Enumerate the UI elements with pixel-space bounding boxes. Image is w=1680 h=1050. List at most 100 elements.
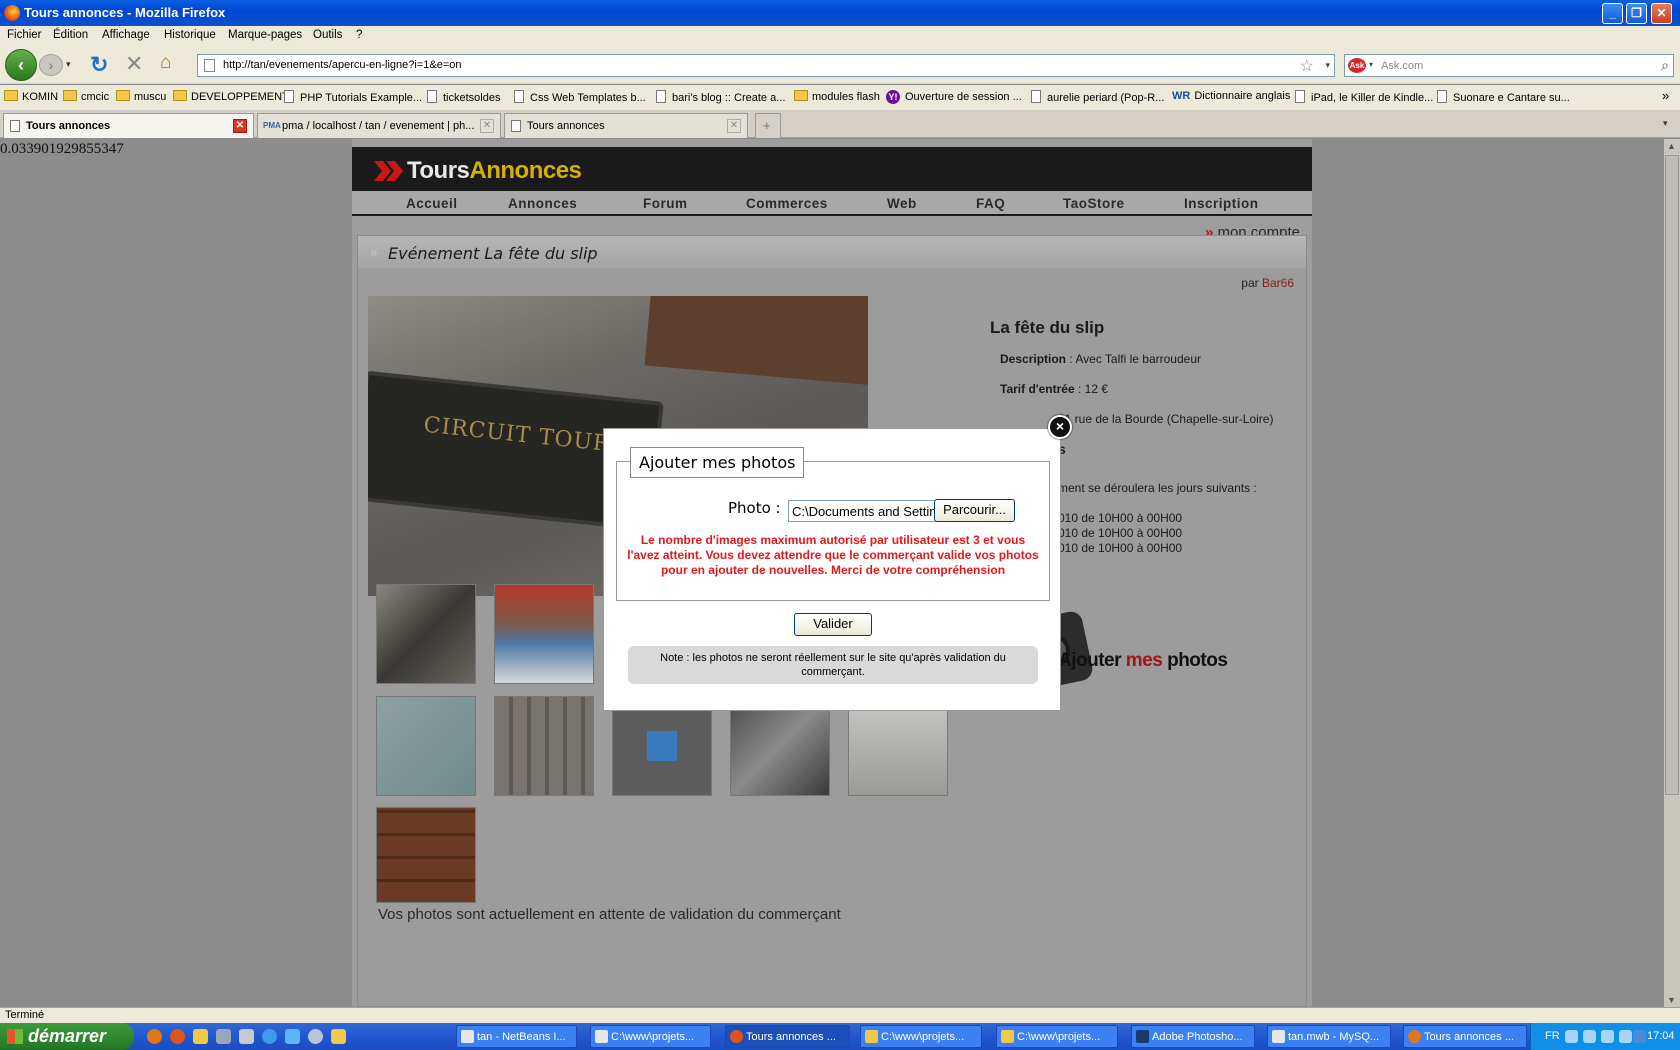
bookmark-star-icon[interactable]: ☆ bbox=[1300, 56, 1314, 76]
task-explorer-2[interactable]: C:\www\projets... bbox=[860, 1025, 982, 1048]
bookmark-css-web-templates[interactable]: Css Web Templates b... bbox=[514, 90, 646, 104]
new-tab-button[interactable]: + bbox=[755, 113, 781, 138]
menu-edition[interactable]: Édition bbox=[53, 29, 88, 41]
bookmark-dictionnaire-anglais[interactable]: WR Dictionnaire anglais bbox=[1172, 90, 1290, 102]
author-link[interactable]: Bar66 bbox=[1262, 276, 1294, 290]
media-quicklaunch-icon[interactable] bbox=[308, 1029, 323, 1044]
add-photos-link[interactable]: Ajouter mes photos bbox=[1058, 650, 1228, 672]
security-tray-icon[interactable] bbox=[1633, 1030, 1646, 1043]
engine-dropdown-icon[interactable]: ▾ bbox=[1369, 60, 1373, 69]
tab-tours-annonces[interactable]: Tours annonces ✕ bbox=[3, 113, 254, 138]
reload-icon[interactable]: ↻ bbox=[90, 52, 108, 78]
ask-engine-icon[interactable]: Ask bbox=[1348, 58, 1366, 73]
task-explorer-1[interactable]: C:\www\projets... bbox=[590, 1025, 711, 1048]
network-tray-icon[interactable] bbox=[1583, 1030, 1596, 1043]
forward-icon[interactable]: › bbox=[39, 54, 63, 76]
bookmark-ipad-kindle[interactable]: iPad, le Killer de Kindle... bbox=[1295, 90, 1433, 104]
app-icon bbox=[461, 1030, 474, 1043]
url-dropdown-icon[interactable]: ▾ bbox=[1325, 60, 1330, 71]
bluetooth-tray-icon[interactable] bbox=[1601, 1030, 1614, 1043]
chrome-quicklaunch-icon[interactable] bbox=[147, 1029, 162, 1044]
site-nav-inscription[interactable]: Inscription bbox=[1184, 196, 1259, 211]
start-button[interactable]: démarrer bbox=[0, 1023, 134, 1050]
site-nav-taostore[interactable]: TaoStore bbox=[1063, 196, 1125, 211]
submit-button[interactable]: Valider bbox=[794, 613, 872, 636]
bookmark-ouverture-session[interactable]: Y! Ouverture de session ... bbox=[886, 90, 1022, 104]
event-address: 31 rue de la Bourde (Chapelle-sur-Loire) bbox=[1058, 412, 1274, 426]
ie2-quicklaunch-icon[interactable] bbox=[285, 1029, 300, 1044]
close-dialog-icon[interactable]: × bbox=[1048, 415, 1072, 439]
tab-pma[interactable]: PMA pma / localhost / tan / evenement | … bbox=[257, 113, 501, 138]
site-logo[interactable]: ToursAnnonces bbox=[407, 157, 582, 185]
history-dropdown-icon[interactable]: ▾ bbox=[66, 59, 71, 70]
site-nav-commerces[interactable]: Commerces bbox=[746, 196, 828, 211]
minimize-button[interactable]: _ bbox=[1602, 3, 1623, 24]
ie-quicklaunch-icon[interactable] bbox=[262, 1029, 277, 1044]
vertical-scrollbar[interactable]: ▲ ▼ bbox=[1664, 139, 1680, 1007]
scroll-up-icon[interactable]: ▲ bbox=[1667, 141, 1676, 151]
search-bar[interactable]: Ask ▾ Ask.com ⌕ bbox=[1344, 54, 1674, 77]
menu-affichage[interactable]: Affichage bbox=[102, 29, 150, 41]
photo-file-input[interactable]: C:\Documents and Settings bbox=[788, 500, 936, 522]
scrollbar-thumb[interactable] bbox=[1665, 155, 1679, 795]
thumbnail-7[interactable] bbox=[494, 696, 594, 796]
bookmark-developpement[interactable]: DEVELOPPEMENT bbox=[173, 90, 289, 103]
site-nav-faq[interactable]: FAQ bbox=[976, 196, 1005, 211]
tab-list-icon[interactable]: ▾ bbox=[1663, 118, 1668, 129]
menu-historique[interactable]: Historique bbox=[164, 29, 216, 41]
stop-icon[interactable]: ✕ bbox=[125, 51, 143, 77]
maximize-button[interactable]: ❐ bbox=[1626, 3, 1647, 24]
thumbnail-1[interactable] bbox=[376, 584, 476, 684]
search-icon[interactable]: ⌕ bbox=[1661, 57, 1669, 74]
back-icon[interactable]: ‹ bbox=[5, 49, 37, 81]
site-nav-web[interactable]: Web bbox=[887, 196, 917, 211]
browse-button[interactable]: Parcourir... bbox=[934, 499, 1015, 522]
thumbnail-8[interactable] bbox=[612, 696, 712, 796]
explorer-quicklaunch-icon[interactable] bbox=[331, 1029, 346, 1044]
task-netbeans[interactable]: tan - NetBeans I... bbox=[456, 1025, 577, 1048]
thumbnail-2[interactable] bbox=[494, 584, 594, 684]
thumbnail-11[interactable] bbox=[376, 807, 476, 903]
url-bar[interactable]: http://tan/evenements/apercu-en-ligne?i=… bbox=[197, 54, 1335, 77]
bookmark-komin[interactable]: KOMIN bbox=[4, 90, 58, 103]
scroll-down-icon[interactable]: ▼ bbox=[1667, 995, 1676, 1005]
task-mysql-workbench[interactable]: tan.mwb - MySQ... bbox=[1267, 1025, 1391, 1048]
home-icon[interactable]: ⌂ bbox=[160, 52, 171, 74]
tab-tours-annonces-2[interactable]: Tours annonces ✕ bbox=[504, 113, 748, 138]
firefox-quicklaunch-icon[interactable] bbox=[170, 1029, 185, 1044]
thumbnail-10[interactable] bbox=[848, 696, 948, 796]
volume-tray-icon[interactable] bbox=[1619, 1030, 1632, 1043]
menu-outils[interactable]: Outils bbox=[313, 29, 342, 41]
task-explorer-3[interactable]: C:\www\projets... bbox=[996, 1025, 1118, 1048]
bookmark-ticketsoldes[interactable]: ticketsoldes bbox=[427, 90, 500, 104]
task-firefox-active[interactable]: Tours annonces ... bbox=[725, 1025, 850, 1048]
bookmark-suonare-cantare[interactable]: Suonare e Cantare su... bbox=[1437, 90, 1570, 104]
language-indicator[interactable]: FR bbox=[1545, 1030, 1560, 1042]
bookmark-aurelie-periard[interactable]: aurelie periard (Pop-R... bbox=[1031, 90, 1164, 104]
bookmark-baris-blog[interactable]: bari's blog :: Create a... bbox=[656, 90, 785, 104]
task-photoshop[interactable]: Adobe Photosho... bbox=[1131, 1025, 1255, 1048]
close-tab-icon[interactable]: ✕ bbox=[727, 119, 741, 133]
close-tab-icon[interactable]: ✕ bbox=[480, 119, 494, 133]
menu-marque-pages[interactable]: Marque-pages bbox=[228, 29, 302, 41]
bookmarks-overflow-icon[interactable]: » bbox=[1662, 88, 1669, 103]
thumbnail-6[interactable] bbox=[376, 696, 476, 796]
bookmark-cmcic[interactable]: cmcic bbox=[63, 90, 109, 103]
menu-help[interactable]: ? bbox=[356, 29, 362, 41]
messenger-quicklaunch-icon[interactable] bbox=[193, 1029, 208, 1044]
cleaner-quicklaunch-icon[interactable] bbox=[239, 1029, 254, 1044]
bookmark-label: Ouverture de session ... bbox=[905, 91, 1022, 103]
bookmark-modules-flash[interactable]: modules flash bbox=[794, 90, 880, 103]
site-nav-accueil[interactable]: Accueil bbox=[406, 196, 458, 211]
bookmark-muscu[interactable]: muscu bbox=[116, 90, 166, 103]
close-window-button[interactable]: ✕ bbox=[1651, 3, 1672, 24]
thumbnail-9[interactable] bbox=[730, 696, 830, 796]
close-tab-icon[interactable]: ✕ bbox=[233, 119, 247, 133]
site-nav-annonces[interactable]: Annonces bbox=[508, 196, 577, 211]
tools-quicklaunch-icon[interactable] bbox=[216, 1029, 231, 1044]
site-nav-forum[interactable]: Forum bbox=[643, 196, 688, 211]
task-chrome[interactable]: Tours annonces ... bbox=[1403, 1025, 1527, 1048]
menu-fichier[interactable]: Fichier bbox=[7, 29, 42, 41]
bookmark-php-tutorials[interactable]: PHP Tutorials Example... bbox=[284, 90, 422, 104]
tray-expand-icon[interactable] bbox=[1565, 1030, 1578, 1043]
